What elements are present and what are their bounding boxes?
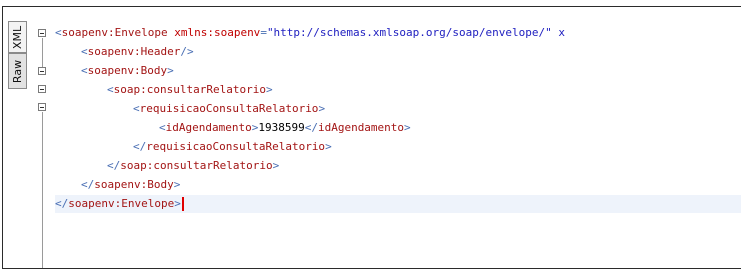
code-line: <soapenv:Header/>: [81, 45, 194, 58]
fold-toggle-body-icon[interactable]: [38, 67, 46, 75]
code-line: <idAgendamento>1938599</idAgendamento>: [159, 121, 411, 134]
fold-toggle-consultar-icon[interactable]: [38, 85, 46, 93]
fold-toggle-envelope-icon[interactable]: [38, 29, 46, 37]
code-line: <soap:consultarRelatorio>: [107, 83, 273, 96]
tab-xml[interactable]: XML: [8, 21, 27, 53]
xml-editor-panel: XML Raw <soapenv:Envelope xmlns:soapenv=…: [2, 6, 741, 269]
text-caret: [181, 197, 184, 211]
code-line: </requisicaoConsultaRelatorio>: [133, 140, 332, 153]
fold-guide-line: [42, 112, 43, 268]
fold-toggle-requisicao-icon[interactable]: [38, 103, 46, 111]
current-code-line: </soapenv:Envelope>: [55, 195, 741, 213]
tab-raw[interactable]: Raw: [8, 53, 27, 89]
fold-guide-line: [42, 38, 43, 67]
code-line: </soapenv:Body>: [81, 178, 181, 191]
code-line: </soap:consultarRelatorio>: [107, 159, 280, 172]
fold-gutter: [33, 7, 53, 268]
tab-raw-label: Raw: [11, 59, 25, 83]
code-line: <requisicaoConsultaRelatorio>: [133, 102, 326, 115]
code-line: <soapenv:Envelope xmlns:soapenv="http://…: [55, 26, 565, 39]
tab-xml-label: XML: [11, 25, 24, 49]
code-editor[interactable]: <soapenv:Envelope xmlns:soapenv="http://…: [55, 7, 741, 268]
view-tabs: XML Raw: [3, 7, 34, 268]
code-line: <soapenv:Body>: [81, 64, 174, 77]
